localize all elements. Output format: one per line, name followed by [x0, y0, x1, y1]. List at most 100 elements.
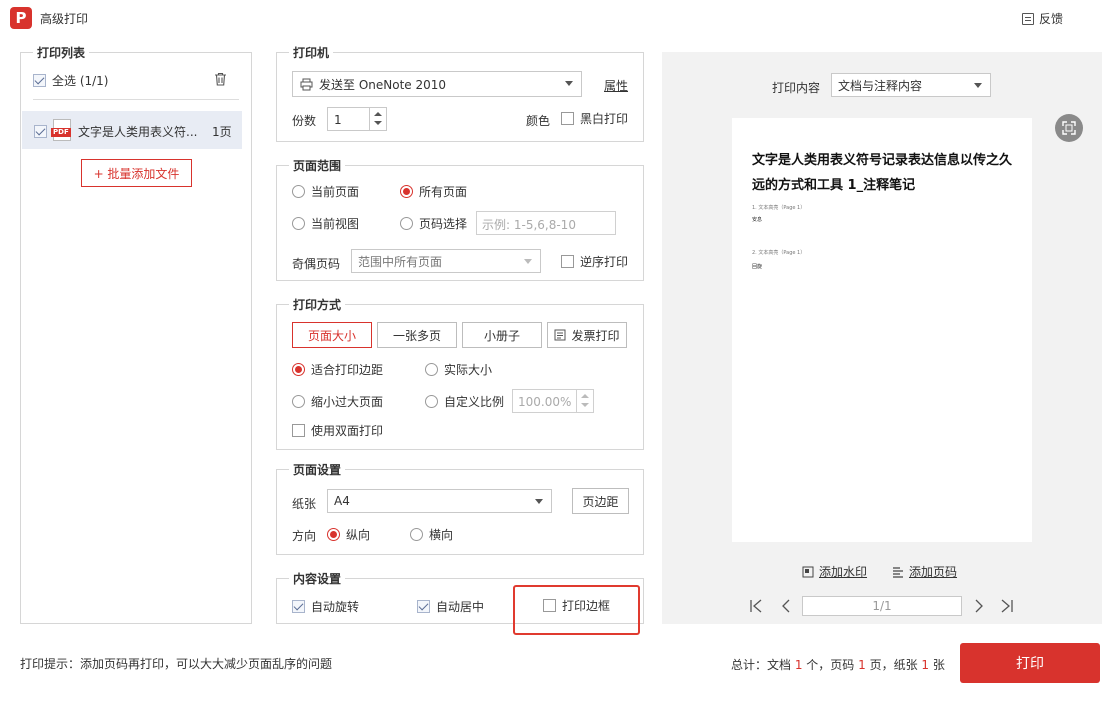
copies-value[interactable]: 1: [334, 113, 342, 127]
printer-icon: [300, 78, 313, 91]
radio-all-pages-dot[interactable]: [400, 185, 413, 198]
mode-multi-page-button[interactable]: 一张多页: [377, 322, 457, 348]
radio-fit-margin-dot[interactable]: [292, 363, 305, 376]
radio-portrait-dot[interactable]: [327, 528, 340, 541]
printer-group: 打印机 发送至 OneNote 2010 属性 份数 1 颜色 黑白打印: [276, 44, 644, 142]
print-tip: 打印提示：添加页码再打印，可以大大减少页面乱序的问题: [20, 657, 333, 671]
reverse-print-check[interactable]: [561, 255, 574, 268]
copies-stepper[interactable]: 1: [327, 107, 387, 131]
next-page-icon[interactable]: [972, 599, 986, 613]
chevron-down-icon[interactable]: [581, 403, 589, 407]
radio-current-view-dot[interactable]: [292, 217, 305, 230]
radio-actual-size[interactable]: 实际大小: [425, 361, 492, 378]
add-page-number-label: 添加页码: [909, 565, 958, 579]
duplex-check[interactable]: [292, 424, 305, 437]
odd-even-select[interactable]: 范围中所有页面: [351, 249, 541, 273]
chevron-down-icon[interactable]: [374, 121, 382, 125]
file-checkbox[interactable]: [34, 125, 47, 138]
radio-custom-scale[interactable]: 自定义比例: [425, 393, 504, 410]
page-count: 1: [858, 658, 866, 672]
radio-actual-size-dot[interactable]: [425, 363, 438, 376]
radio-custom-scale-dot[interactable]: [425, 395, 438, 408]
window-title: 高级打印: [40, 12, 89, 26]
file-list-item[interactable]: PDF 文字是人类用表义符... 1页: [22, 111, 242, 149]
chevron-up-icon[interactable]: [581, 394, 589, 398]
mode-booklet-button[interactable]: 小册子: [462, 322, 542, 348]
radio-portrait[interactable]: 纵向: [327, 526, 370, 543]
bw-print-check[interactable]: [561, 112, 574, 125]
printer-select[interactable]: 发送至 OneNote 2010: [292, 71, 582, 97]
paper-value: A4: [334, 494, 350, 508]
paper-select[interactable]: A4: [327, 489, 552, 513]
first-page-icon[interactable]: [749, 599, 763, 613]
printer-properties-link[interactable]: 属性: [604, 77, 628, 94]
print-button[interactable]: 打印: [960, 643, 1100, 683]
color-label: 颜色: [526, 114, 551, 128]
invoice-icon: [554, 329, 566, 341]
select-all-check[interactable]: [33, 74, 46, 87]
preview-doc-title: 文字是人类用表义符号记录表达信息以传之久 远的方式和工具 1_注释笔记: [752, 148, 1022, 198]
reverse-print-checkbox[interactable]: 逆序打印: [561, 253, 628, 270]
radio-current-page[interactable]: 当前页面: [292, 183, 359, 200]
margins-button[interactable]: 页边距: [572, 488, 629, 514]
batch-add-files-button[interactable]: + 批量添加文件: [81, 159, 192, 187]
mode-page-size-button[interactable]: 页面大小: [292, 322, 372, 348]
orientation-label: 方向: [292, 529, 317, 543]
scale-stepper[interactable]: 100.00%: [512, 389, 594, 413]
preview-panel: 打印内容 文档与注释内容 文字是人类用表义符号记录表达信息以传之久 远的方式和工…: [662, 52, 1102, 624]
radio-landscape-dot[interactable]: [410, 528, 423, 541]
add-watermark-button[interactable]: 添加水印: [802, 563, 867, 580]
radio-fit-margin[interactable]: 适合打印边距: [292, 361, 383, 378]
auto-center-checkbox[interactable]: 自动居中: [417, 598, 484, 615]
bw-print-label: 黑白打印: [580, 112, 629, 126]
auto-rotate-check[interactable]: [292, 600, 305, 613]
radio-page-select-dot[interactable]: [400, 217, 413, 230]
chevron-up-icon[interactable]: [374, 112, 382, 116]
fullscreen-icon: [1062, 121, 1076, 135]
trash-icon[interactable]: [214, 72, 227, 86]
add-watermark-label: 添加水印: [819, 565, 868, 579]
page-range-title: 页面范围: [289, 157, 346, 174]
current-view-label: 当前视图: [311, 217, 360, 231]
feedback-button[interactable]: 反馈: [1022, 10, 1063, 27]
fullscreen-button[interactable]: [1055, 114, 1083, 142]
preview-note1-header: 1. 文本高亮（Page 1）: [752, 205, 806, 211]
print-content-select[interactable]: 文档与注释内容: [831, 73, 991, 97]
chevron-down-icon: [974, 83, 982, 88]
mode-invoice-button[interactable]: 发票打印: [547, 322, 627, 348]
page-setup-title: 页面设置: [289, 461, 346, 478]
select-all-checkbox[interactable]: 全选 (1/1): [33, 72, 109, 89]
last-page-icon[interactable]: [1000, 599, 1014, 613]
duplex-checkbox[interactable]: 使用双面打印: [292, 422, 383, 439]
prev-page-icon[interactable]: [779, 599, 793, 613]
page-range-group: 页面范围 当前页面 所有页面 当前视图 页码选择 示例: 1-5,6,8-10 …: [276, 157, 644, 281]
radio-landscape[interactable]: 横向: [410, 526, 453, 543]
radio-shrink-large-dot[interactable]: [292, 395, 305, 408]
add-page-number-button[interactable]: 添加页码: [892, 563, 957, 580]
print-list-panel: 打印列表 全选 (1/1) PDF 文字是人类用表义符... 1页 + 批量添加…: [20, 44, 252, 624]
summary-suffix: 张: [929, 658, 945, 672]
file-name: 文字是人类用表义符...: [78, 125, 198, 139]
chevron-down-icon: [535, 499, 543, 504]
radio-page-select[interactable]: 页码选择: [400, 215, 467, 232]
auto-rotate-checkbox[interactable]: 自动旋转: [292, 598, 359, 615]
odd-even-label: 奇偶页码: [292, 257, 341, 271]
page-setup-group: 页面设置 纸张 A4 页边距 方向 纵向 横向: [276, 461, 644, 555]
page-indicator-input[interactable]: 1/1: [802, 596, 962, 616]
radio-shrink-large[interactable]: 缩小过大页面: [292, 393, 383, 410]
radio-all-pages[interactable]: 所有页面: [400, 183, 467, 200]
radio-current-view[interactable]: 当前视图: [292, 215, 359, 232]
chevron-down-icon: [565, 81, 573, 86]
app-logo: P: [10, 7, 32, 29]
radio-current-page-dot[interactable]: [292, 185, 305, 198]
bw-print-checkbox[interactable]: 黑白打印: [561, 110, 628, 127]
print-content-label: 打印内容: [772, 81, 821, 95]
current-page-label: 当前页面: [311, 185, 360, 199]
auto-center-check[interactable]: [417, 600, 430, 613]
copies-spin[interactable]: [369, 108, 386, 130]
pdf-badge: PDF: [51, 128, 71, 137]
page-select-input[interactable]: 示例: 1-5,6,8-10: [476, 211, 616, 235]
scale-spin[interactable]: [576, 390, 593, 412]
highlight-box: [513, 585, 640, 635]
scale-value[interactable]: 100.00%: [518, 395, 571, 409]
